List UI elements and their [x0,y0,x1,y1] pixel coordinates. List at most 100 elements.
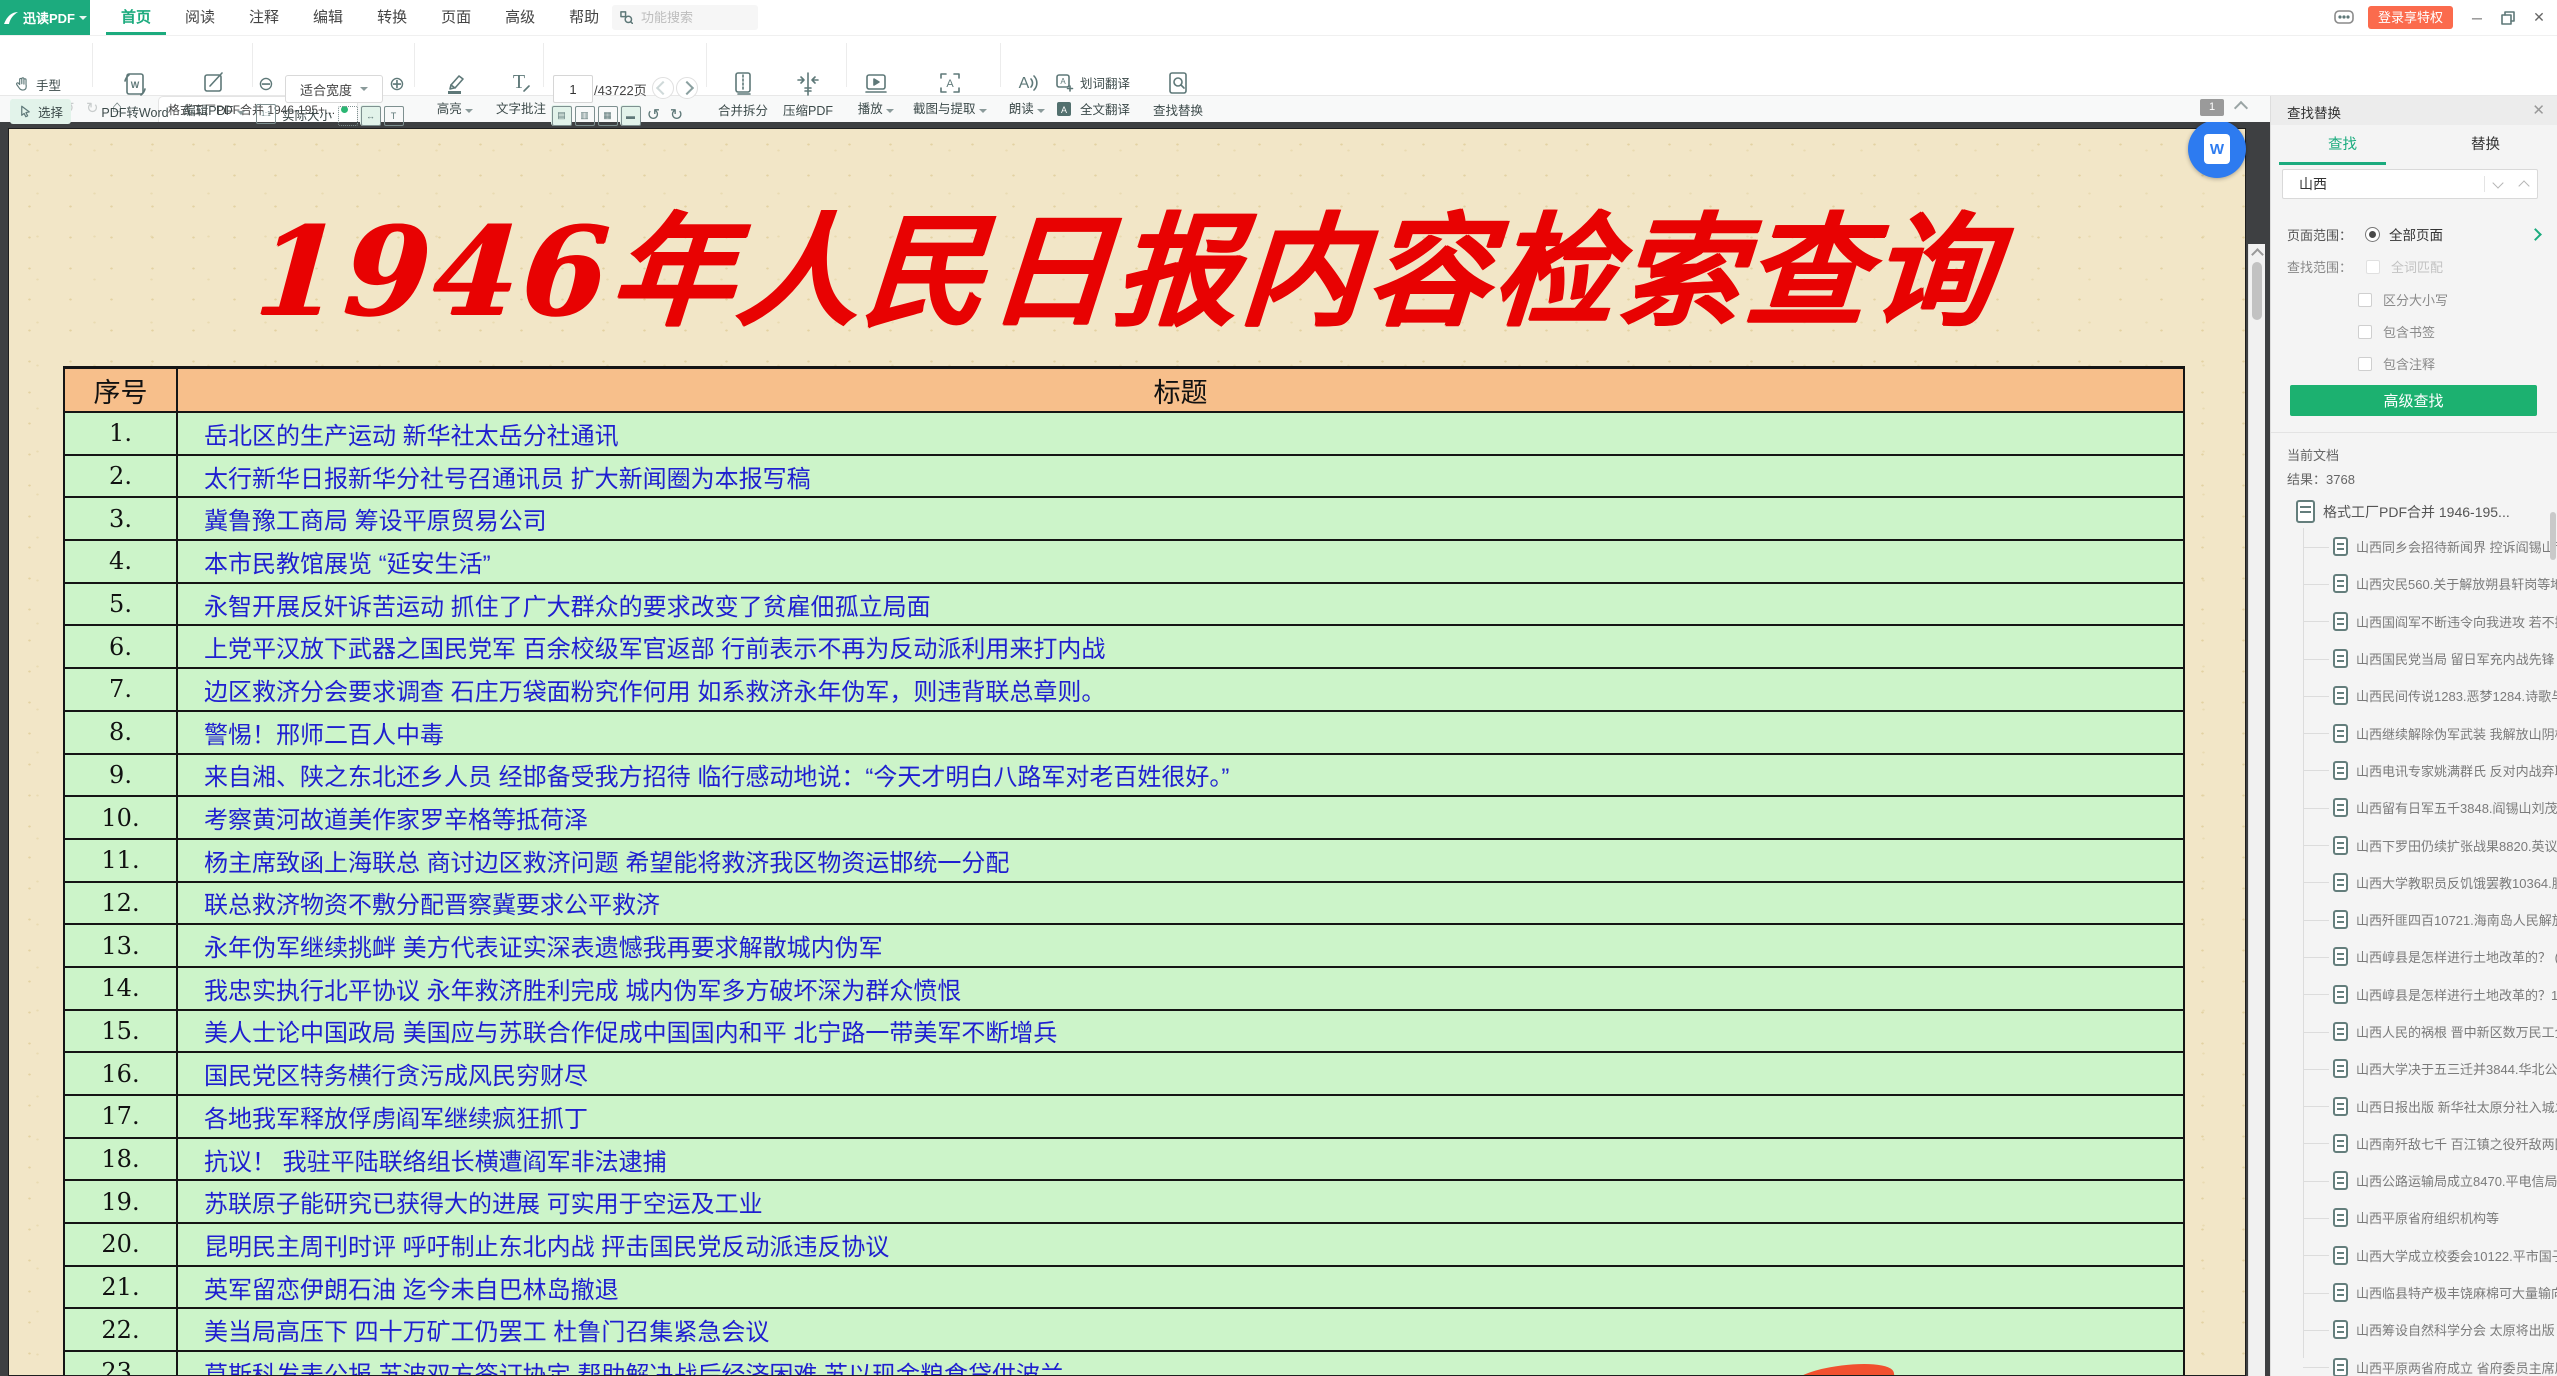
result-item[interactable]: 山西歼匪四百10721.海南岛人民解放 [2303,901,2557,938]
tab-replace[interactable]: 替换 [2414,125,2557,165]
result-item[interactable]: 山西平原省府组织机构等 [2303,1199,2557,1236]
menu-tab-annotate[interactable]: 注释 [232,0,296,35]
page-number-input[interactable] [553,75,593,103]
rotate-ccw-button[interactable]: ↺ [643,105,664,126]
table-row[interactable]: 11. 杨主席致函上海联总 商讨边区救济问题 希望能将救济我区物资运邯统一分配 [64,839,2184,882]
table-row[interactable]: 9. 来自湘、陕之东北还乡人员 经邯备受我方招待 临行感动地说：“今天才明白八路… [64,754,2184,797]
text-annotation-button[interactable]: T 文字批注 [488,71,554,117]
view-single-page-toggle[interactable]: ▤ [551,105,572,126]
next-page-button[interactable] [676,77,698,99]
table-row[interactable]: 3. 冀鲁豫工商局 筹设平原贸易公司 [64,497,2184,540]
menu-tab-read[interactable]: 阅读 [168,0,232,35]
compress-pdf-button[interactable]: 压缩PDF [778,71,838,119]
prev-page-button[interactable] [652,77,674,99]
table-row[interactable]: 21. 英军留恋伊朗石油 迄今未自巴林岛撤退 [64,1266,2184,1309]
result-item[interactable]: 山西临县特产极丰饶麻棉可大量输向城市 [2303,1274,2557,1311]
table-row[interactable]: 13. 永年伪军继续挑衅 美方代表证实深表遗憾我再要求解散城内伪军 [64,924,2184,967]
comment-checkbox[interactable] [2358,357,2372,371]
table-row[interactable]: 16. 国民党区特务横行贪污成风民穷财尽 [64,1052,2184,1095]
select-tool-button[interactable]: 选择 [10,99,71,124]
result-item[interactable]: 山西灾民560.关于解放朔县轩岗等地 [2303,565,2557,602]
table-row[interactable]: 4. 本市民教馆展览 “延安生活” [64,540,2184,583]
result-item[interactable]: 山西国阎军不断违令向我进攻 若不撤退 [2303,603,2557,640]
result-item[interactable]: 山西崞县是怎样进行土地改革的？134 [2303,976,2557,1013]
search-prev-button[interactable] [2511,179,2537,190]
login-button[interactable]: 登录享特权 [2368,6,2453,29]
pdf-to-word-float-button[interactable]: W [2188,120,2246,178]
redo-icon[interactable]: ↻ [86,99,99,117]
table-row[interactable]: 1. 岳北区的生产运动 新华社太岳分社通讯 [64,412,2184,455]
table-row[interactable]: 20. 昆明民主周刊时评 呼吁制止东北内战 抨击国民党反动派违反协议 [64,1223,2184,1266]
view-two-page-toggle[interactable]: ▥ [574,105,595,126]
table-row[interactable]: 8. 警惕！邢师二百人中毒 [64,711,2184,754]
edit-pdf-button[interactable]: 编辑PDF [176,71,252,119]
search-input[interactable] [2283,175,2484,193]
doc-scrollbar[interactable] [2248,244,2265,1376]
result-item[interactable]: 山西崞县是怎样进行土地改革的？ (续 [2303,938,2557,975]
scroll-up-icon[interactable] [2251,248,2264,261]
result-item[interactable]: 山西留有日军五千3848.阎锡山刘茂恩 [2303,789,2557,826]
result-item[interactable]: 山西日报出版 新华社太原分社入城发稿 [2303,1087,2557,1124]
play-button[interactable]: 播放 [852,71,900,117]
zoom-out-button[interactable]: ⊖ [258,75,274,94]
whole-word-checkbox[interactable] [2366,260,2380,274]
case-checkbox[interactable] [2358,293,2372,307]
table-row[interactable]: 7. 边区救济分会要求调查 石庄万袋面粉究作何用 如系救济永年伪军，则违背联总章… [64,668,2184,711]
merge-split-button[interactable]: 合并拆分 [714,71,772,119]
advanced-find-button[interactable]: 高级查找 [2290,385,2537,416]
rotate-cw-button[interactable]: ↻ [666,105,687,126]
hand-tool-button[interactable]: 手型 [14,72,61,97]
menu-tab-home[interactable]: 首页 [104,0,168,35]
result-item[interactable]: 山西人民的祸根 晋中新区数万民工全部 [2303,1013,2557,1050]
actual-size-button[interactable]: 1:1 实际大小 [256,104,332,124]
feedback-icon[interactable] [2334,10,2354,26]
results-scrollbar-thumb[interactable] [2550,512,2556,560]
table-row[interactable]: 6. 上党平汉放下武器之国民党军 百余校级军官返部 行前表示不再为反动派利用来打… [64,625,2184,668]
fit-width-toggle[interactable]: ↔ [360,105,381,126]
panel-close-icon[interactable]: ✕ [2532,101,2545,119]
table-row[interactable]: 2. 太行新华日报新华分社号召通讯员 扩大新闻圈为本报写稿 [64,455,2184,498]
result-item[interactable]: 山西国民党当局 留日军充内战先锋 已激 [2303,640,2557,677]
search-next-button[interactable] [2485,182,2511,187]
menu-tab-edit[interactable]: 编辑 [296,0,360,35]
result-item[interactable]: 山西下罗田仍续扩张战果8820.英议会 [2303,826,2557,863]
result-item[interactable]: 山西继续解除伪军武装 我解放山阴杨方 [2303,714,2557,751]
page-range-radio[interactable] [2365,227,2380,242]
expand-arrow-icon[interactable] [2529,228,2542,241]
result-item[interactable]: 山西电讯专家姚满群氏 反对内战弃职抵 [2303,752,2557,789]
table-row[interactable]: 14. 我忠实执行北平协议 永年救济胜利完成 城内伪军多方破坏深为群众愤恨 [64,967,2184,1010]
menu-tab-advanced[interactable]: 高级 [488,0,552,35]
bookmark-checkbox[interactable] [2358,325,2372,339]
table-row[interactable]: 15. 美人士论中国政局 美国应与苏联合作促成中国国内和平 北宁路一带美军不断增… [64,1010,2184,1053]
menu-tab-convert[interactable]: 转换 [360,0,424,35]
result-item[interactable]: 山西民间传说1283.恶梦1284.诗歌与 [2303,677,2557,714]
view-grid-toggle[interactable]: ▦ [597,105,618,126]
close-button[interactable]: ✕ [2529,9,2549,26]
fit-page-toggle[interactable] [337,105,358,126]
function-search-input[interactable] [639,9,733,26]
full-translate-button[interactable]: A 全文翻译 [1056,99,1130,118]
minimize-button[interactable]: ─ [2467,10,2487,26]
result-item[interactable]: 山西大学决于五三迁并3844.华北公路 [2303,1050,2557,1087]
find-replace-button[interactable]: 查找替换 [1148,71,1208,119]
table-row[interactable]: 5. 永智开展反奸诉苦运动 抓住了广大群众的要求改变了贫雇佃孤立局面 [64,583,2184,626]
screenshot-extract-button[interactable]: A 截图与提取 [904,71,996,117]
function-search[interactable] [612,5,758,30]
results-root-item[interactable]: 格式工厂PDF合并 1946-195... [2296,500,2546,523]
table-row[interactable]: 17. 各地我军释放俘虏阎军继续疯狂抓丁 [64,1095,2184,1138]
pdf-to-word-button[interactable]: W PDF转Word [98,71,172,121]
result-item[interactable]: 山西筹设自然科学分会 太原将出版 “工 [2303,1311,2557,1348]
highlight-button[interactable]: 高亮 [428,71,482,117]
tab-find[interactable]: 查找 [2271,125,2414,165]
result-item[interactable]: 山西公路运输局成立8470.平电信局与 [2303,1162,2557,1199]
zoom-level-select[interactable]: 适合宽度 [285,75,383,103]
view-fit-toggle[interactable]: ▬ [620,105,641,126]
table-row[interactable]: 12. 联总救济物资不敷分配晋察冀要求公平救济 [64,882,2184,925]
result-item[interactable]: 山西大学成立校委会10122.平市国子监 [2303,1237,2557,1274]
menu-tab-help[interactable]: 帮助 [552,0,616,35]
collapse-toolbar-button[interactable] [2236,100,2252,116]
pdf-page[interactable]: 1946年人民日报内容检索查询 序号 标题 1. 岳北区的生产运动 新华社太岳分… [8,128,2246,1376]
app-logo[interactable]: 迅读PDF [0,0,90,35]
menu-tab-page[interactable]: 页面 [424,0,488,35]
restore-button[interactable] [2501,11,2515,25]
